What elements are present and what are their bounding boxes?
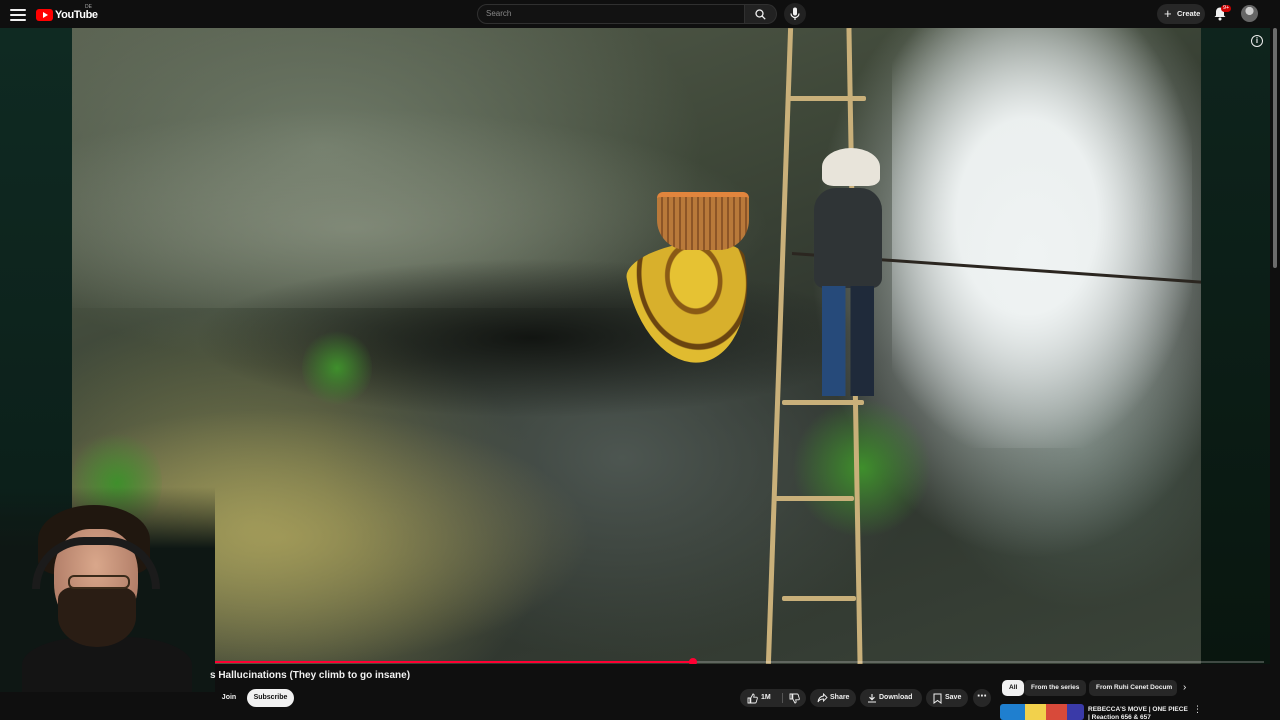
- bookmark-icon: [933, 693, 942, 704]
- video-title: s Hallucinations (They climb to go insan…: [210, 670, 411, 681]
- create-label: Create: [1177, 9, 1201, 18]
- search-input[interactable]: Search: [477, 4, 745, 24]
- logo-country-code: DE: [85, 4, 92, 10]
- recommendation-thumbnail[interactable]: [1000, 704, 1084, 720]
- share-button[interactable]: Share: [810, 689, 856, 707]
- hamburger-menu-icon[interactable]: [10, 7, 26, 21]
- video-climber-body: [814, 188, 882, 288]
- dislike-button[interactable]: [783, 689, 806, 707]
- video-frame[interactable]: [72, 28, 1201, 664]
- progress-scrubber[interactable]: [688, 658, 697, 664]
- page-scrollbar[interactable]: [1273, 28, 1277, 268]
- search-icon: [755, 9, 766, 20]
- voice-search-button[interactable]: [784, 3, 806, 25]
- share-label: Share: [830, 694, 850, 701]
- plus-icon: +: [1164, 6, 1172, 21]
- masthead: YouTube DE Search + Create 9+: [0, 0, 1280, 28]
- download-button[interactable]: Download: [860, 689, 922, 707]
- streamer-person: [22, 487, 192, 692]
- chip-from-the-series[interactable]: From the series: [1024, 680, 1087, 696]
- like-dislike-group: 1M: [740, 689, 806, 707]
- video-ladder-rung: [788, 96, 866, 101]
- youtube-play-icon: [36, 8, 53, 21]
- video-climber-hat: [822, 148, 880, 186]
- player-letterbox-right: [1201, 28, 1270, 664]
- share-arrow-icon: [817, 693, 828, 703]
- chip-all[interactable]: All: [1002, 680, 1025, 696]
- streamer-beard: [58, 587, 136, 647]
- subscribe-button[interactable]: Subscribe: [247, 689, 294, 707]
- video-smoke: [892, 28, 1192, 448]
- account-avatar[interactable]: [1241, 5, 1258, 22]
- create-button[interactable]: + Create: [1157, 4, 1205, 24]
- download-icon: [868, 694, 876, 703]
- video-rock-shadow: [192, 258, 872, 418]
- video-climber-legs: [822, 286, 874, 396]
- like-button[interactable]: 1M: [740, 689, 782, 707]
- streamer-webcam-overlay: [0, 487, 215, 692]
- recommendation-more-icon[interactable]: ⋮: [1193, 704, 1202, 715]
- recommendation-title[interactable]: REBECCA'S MOVE | ONE PIECE | Reaction 65…: [1088, 706, 1188, 720]
- info-icon[interactable]: i: [1251, 35, 1263, 47]
- search-button[interactable]: [745, 4, 777, 24]
- chip-from-ruhi-cenet[interactable]: From Ruhi Cenet Docum: [1089, 680, 1177, 696]
- thumbs-down-icon: [789, 693, 800, 704]
- video-basket: [657, 192, 749, 250]
- microphone-icon: [790, 7, 800, 20]
- more-actions-button[interactable]: ⋯: [973, 689, 991, 707]
- save-button[interactable]: Save: [926, 689, 968, 707]
- thumbs-up-icon: [747, 693, 758, 704]
- video-ladder-rung: [772, 496, 854, 501]
- video-leaves: [302, 328, 372, 408]
- notification-badge: 9+: [1221, 5, 1232, 12]
- video-ladder-rung: [782, 596, 856, 601]
- save-label: Save: [945, 694, 962, 701]
- video-climber: [792, 148, 892, 408]
- logo-text: YouTube: [55, 8, 98, 21]
- chevron-right-icon[interactable]: ›: [1183, 682, 1186, 694]
- download-label: Download: [879, 694, 913, 701]
- like-count: 1M: [761, 694, 771, 701]
- join-button[interactable]: Join: [215, 689, 243, 707]
